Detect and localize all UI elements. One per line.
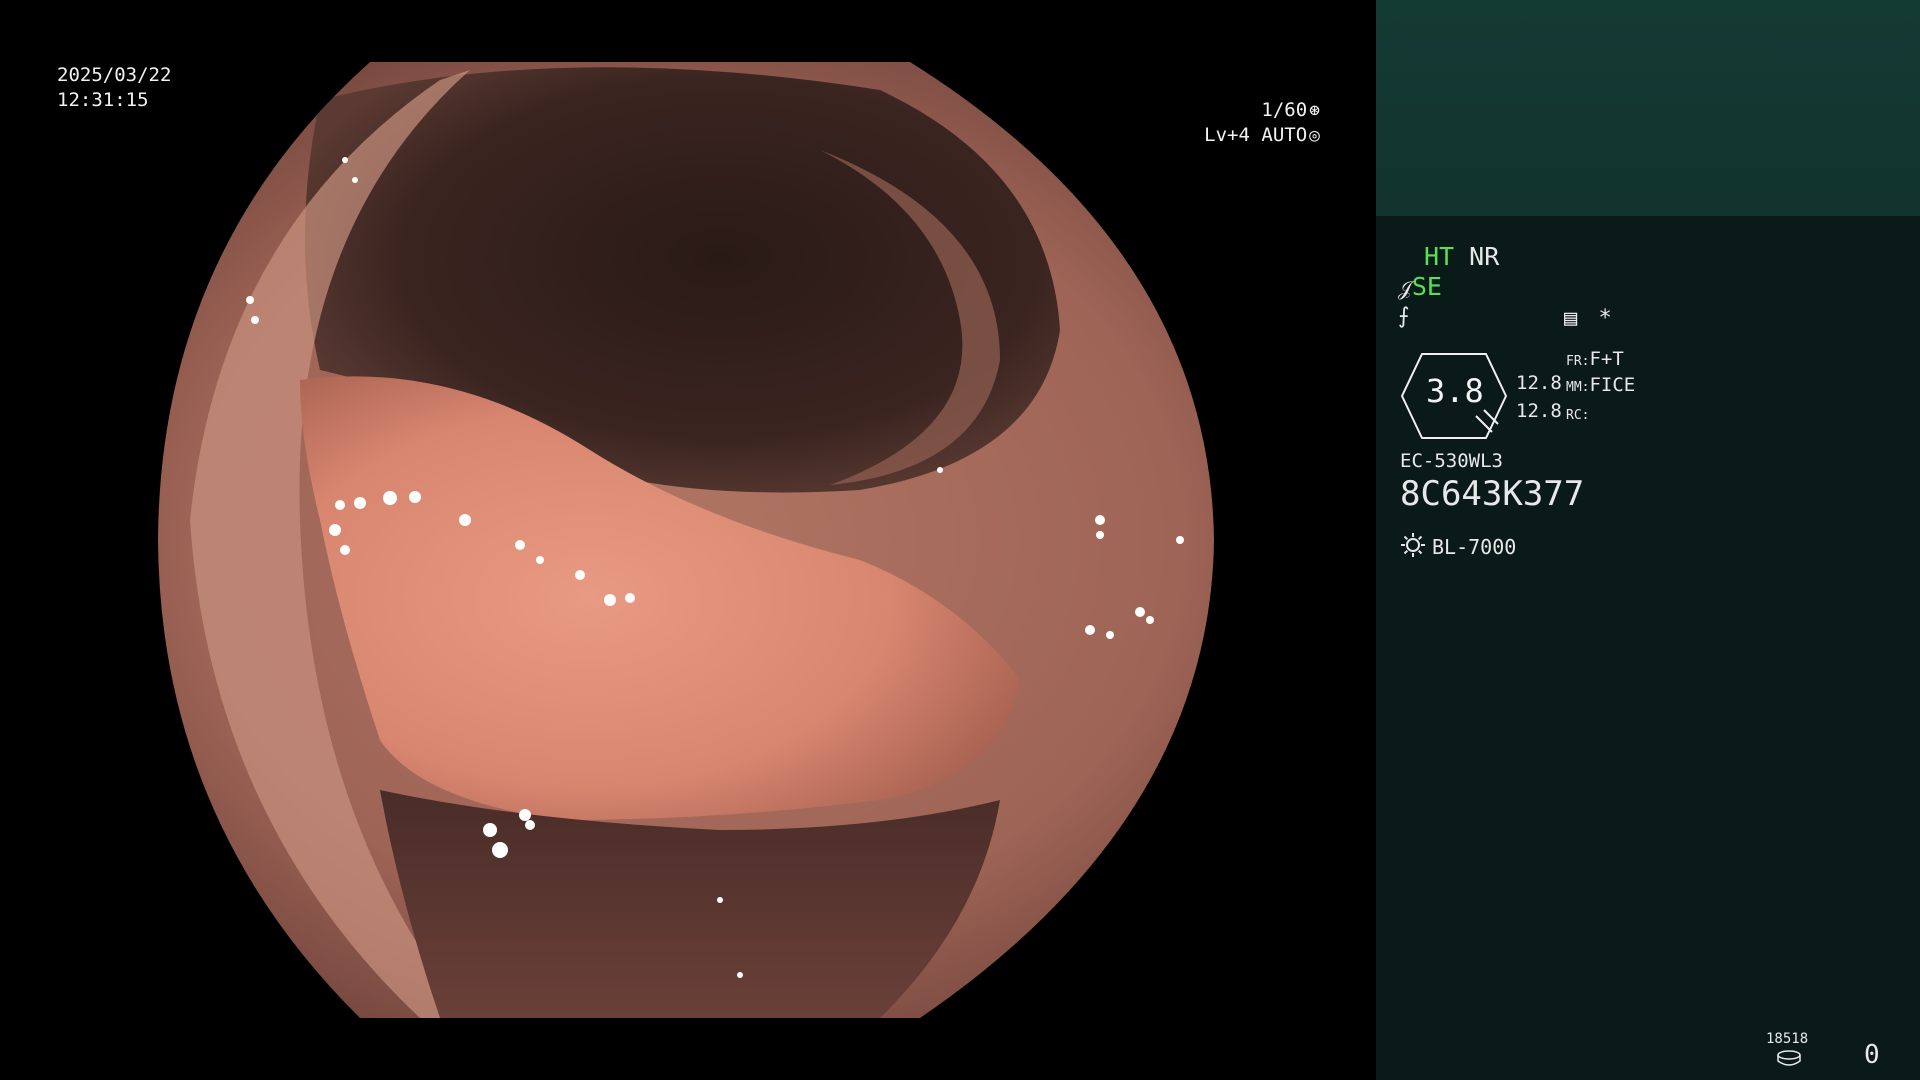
zoom-badge: 3.8 <box>1400 352 1508 440</box>
star-indicator: * <box>1598 306 1612 331</box>
light-source-text: BL-7000 <box>1432 535 1517 559</box>
shutter-speed-text: 1/60 <box>1261 99 1308 121</box>
endoscopy-display: 2025/03/22 12:31:15 1/60 ⊛ Lv+4 AUTO ◎ HT … <box>0 0 1920 1080</box>
level-line: Lv+4 AUTO ◎ <box>1190 123 1320 148</box>
se-indicator: SE <box>1411 272 1442 301</box>
thumbnail-area <box>1376 0 1920 216</box>
rc-label: RC: <box>1566 408 1590 423</box>
structure-enhance-icon: 𝒥 <box>1398 276 1412 300</box>
date-text: 2025/03/22 <box>57 64 172 86</box>
light-source-line: BL-7000 <box>1400 532 1516 559</box>
color-enhance-icon: ⨍ <box>1398 304 1410 329</box>
mm-label: MM: <box>1566 380 1590 395</box>
capture-count: 0 <box>1864 1040 1880 1070</box>
datetime-readout: 2025/03/22 12:31:15 <box>57 63 171 113</box>
fr-value: F+T <box>1589 348 1624 370</box>
ht-indicator: HT <box>1424 242 1455 271</box>
mm-value: FICE <box>1589 374 1636 396</box>
shutter-line: 1/60 ⊛ <box>1190 98 1320 123</box>
value-b: 12.8 <box>1516 400 1562 422</box>
exposure-readout: 1/60 ⊛ Lv+4 AUTO ◎ <box>1190 98 1320 148</box>
info-side-panel: HT NR 𝒥SE ⨍ ▤ * 3.8 12.8 12.8 FR:F+T MM:… <box>1376 0 1920 1080</box>
aperture-icon: ⊛ <box>1309 100 1320 121</box>
nr-indicator: NR <box>1469 242 1500 271</box>
zoom-value: 3.8 <box>1426 372 1484 410</box>
endoscope-video-area: 2025/03/22 12:31:15 1/60 ⊛ Lv+4 AUTO ◎ <box>0 0 1376 1080</box>
disc-icon <box>1777 1050 1801 1066</box>
time-text: 12:31:15 <box>57 89 149 111</box>
iris-icon: ◎ <box>1309 125 1320 146</box>
fr-line: FR:F+T <box>1566 348 1624 370</box>
scope-model: EC-530WL3 <box>1400 450 1503 472</box>
fr-label: FR: <box>1566 354 1590 369</box>
ht-nr-line: HT NR <box>1424 242 1499 271</box>
status-icons-line: ▤ * <box>1564 306 1612 331</box>
rc-line: RC: <box>1566 402 1589 424</box>
se-line: 𝒥SE <box>1398 272 1442 301</box>
mm-line: MM:FICE <box>1566 374 1635 396</box>
sun-icon <box>1401 533 1425 557</box>
list-icon: ▤ <box>1564 306 1578 331</box>
value-a: 12.8 <box>1516 372 1562 394</box>
scope-serial: 8C643K377 <box>1400 474 1585 514</box>
auto-text: AUTO <box>1261 124 1308 146</box>
storage-count: 18518 <box>1766 1031 1809 1047</box>
endoscopic-image <box>158 62 1214 1018</box>
level-text: Lv+4 <box>1204 124 1250 146</box>
